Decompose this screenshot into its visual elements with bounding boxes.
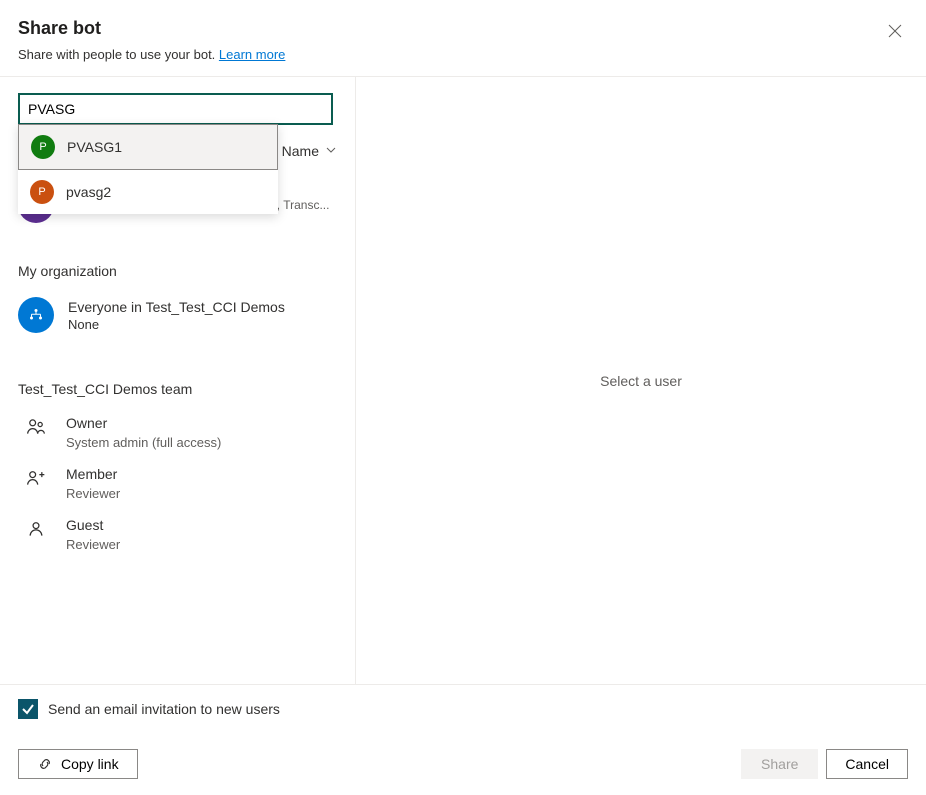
org-everyone-row[interactable]: Everyone in Test_Test_CCI Demos None <box>0 289 355 341</box>
close-icon <box>888 24 902 38</box>
sort-label: Name <box>282 143 319 159</box>
team-role-sub: Reviewer <box>66 537 337 552</box>
learn-more-link[interactable]: Learn more <box>219 47 285 62</box>
team-role-sub: Reviewer <box>66 486 337 501</box>
cancel-button[interactable]: Cancel <box>826 749 908 779</box>
org-icon <box>18 297 54 333</box>
page-subtitle: Share with people to use your bot. Learn… <box>18 47 908 62</box>
chevron-down-icon <box>325 143 337 159</box>
search-input[interactable] <box>18 93 333 125</box>
right-panel: Select a user <box>356 77 926 684</box>
team-role-sub: System admin (full access) <box>66 435 337 450</box>
team-role-row[interactable]: Member Reviewer <box>0 458 355 509</box>
select-user-placeholder: Select a user <box>600 373 682 389</box>
email-invite-label: Send an email invitation to new users <box>48 701 280 717</box>
page-title: Share bot <box>18 18 908 39</box>
avatar: P <box>30 180 54 204</box>
email-invite-checkbox[interactable] <box>18 699 38 719</box>
left-panel: P PVASG1 P pvasg2 Name Owner, Manager, P… <box>0 77 356 684</box>
copy-link-button[interactable]: Copy link <box>18 749 138 779</box>
owner-icon <box>26 417 46 437</box>
team-role-row[interactable]: Guest Reviewer <box>0 509 355 560</box>
share-button: Share <box>741 749 818 779</box>
search-dropdown: P PVASG1 P pvasg2 <box>18 124 278 214</box>
dropdown-item[interactable]: P pvasg2 <box>18 170 278 214</box>
check-icon <box>21 702 35 716</box>
subtitle-text: Share with people to use your bot. <box>18 47 219 62</box>
dropdown-item-label: PVASG1 <box>67 139 122 155</box>
team-role-name: Member <box>66 466 337 482</box>
guest-icon <box>26 519 46 539</box>
org-everyone-label: Everyone in Test_Test_CCI Demos <box>68 299 337 315</box>
copy-link-label: Copy link <box>61 756 119 772</box>
dropdown-item[interactable]: P PVASG1 <box>18 124 278 170</box>
dropdown-item-label: pvasg2 <box>66 184 111 200</box>
org-section-title: My organization <box>0 231 355 289</box>
team-role-name: Guest <box>66 517 337 533</box>
link-icon <box>37 756 53 772</box>
org-permission: None <box>68 317 337 332</box>
team-section-title: Test_Test_CCI Demos team <box>0 341 355 407</box>
team-role-name: Owner <box>66 415 337 431</box>
close-button[interactable] <box>884 20 906 47</box>
avatar: P <box>31 135 55 159</box>
member-icon <box>26 468 46 488</box>
team-role-row[interactable]: Owner System admin (full access) <box>0 407 355 458</box>
